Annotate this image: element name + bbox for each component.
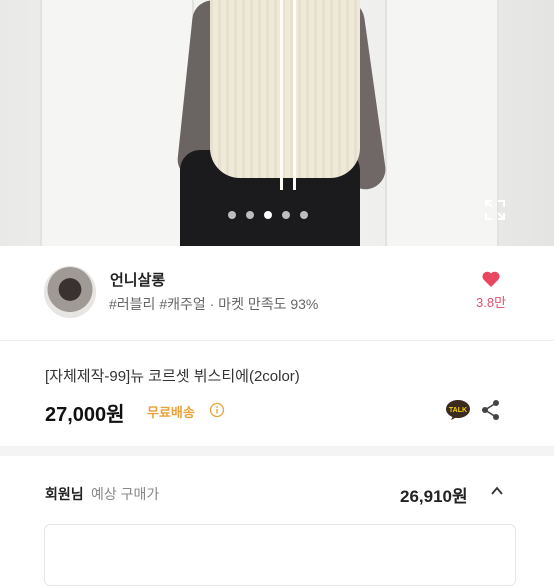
svg-text:TALK: TALK: [449, 407, 467, 414]
free-shipping-badge: 무료배송: [147, 405, 195, 420]
product-image[interactable]: [0, 0, 554, 246]
carousel-dot[interactable]: [228, 211, 236, 219]
option-box[interactable]: [44, 524, 516, 586]
wall-panel: [385, 0, 499, 246]
kakaotalk-icon[interactable]: TALK: [445, 399, 471, 421]
carousel-dot[interactable]: [246, 211, 254, 219]
info-icon[interactable]: [209, 402, 225, 418]
seller-avatar[interactable]: [44, 266, 96, 318]
section-divider: [0, 446, 554, 456]
corset-lace: [280, 0, 296, 190]
member-price: 26,910원: [400, 487, 468, 506]
wall-panel: [40, 0, 194, 246]
carousel-dots: [228, 211, 308, 219]
divider: [0, 340, 554, 341]
product-price: 27,000원: [45, 404, 125, 426]
carousel-dot[interactable]: [282, 211, 290, 219]
expand-icon[interactable]: [484, 199, 506, 221]
member-sub-label: 예상 구매가: [91, 486, 160, 502]
seller-meta: #러블리 #캐주얼 · 마켓 만족도 93%: [109, 296, 319, 312]
seller-name[interactable]: 언니살롱: [110, 269, 165, 290]
like-count: 3.8만: [476, 295, 507, 310]
carousel-dot-active[interactable]: [264, 211, 272, 219]
carousel-dot[interactable]: [300, 211, 308, 219]
product-title: [자체제작-99]뉴 코르셋 뷔스티에(2color): [45, 368, 300, 385]
heart-icon[interactable]: [481, 270, 501, 288]
share-icon[interactable]: [481, 399, 501, 421]
member-label: 회원님: [45, 486, 84, 502]
chevron-up-icon[interactable]: [490, 484, 504, 498]
